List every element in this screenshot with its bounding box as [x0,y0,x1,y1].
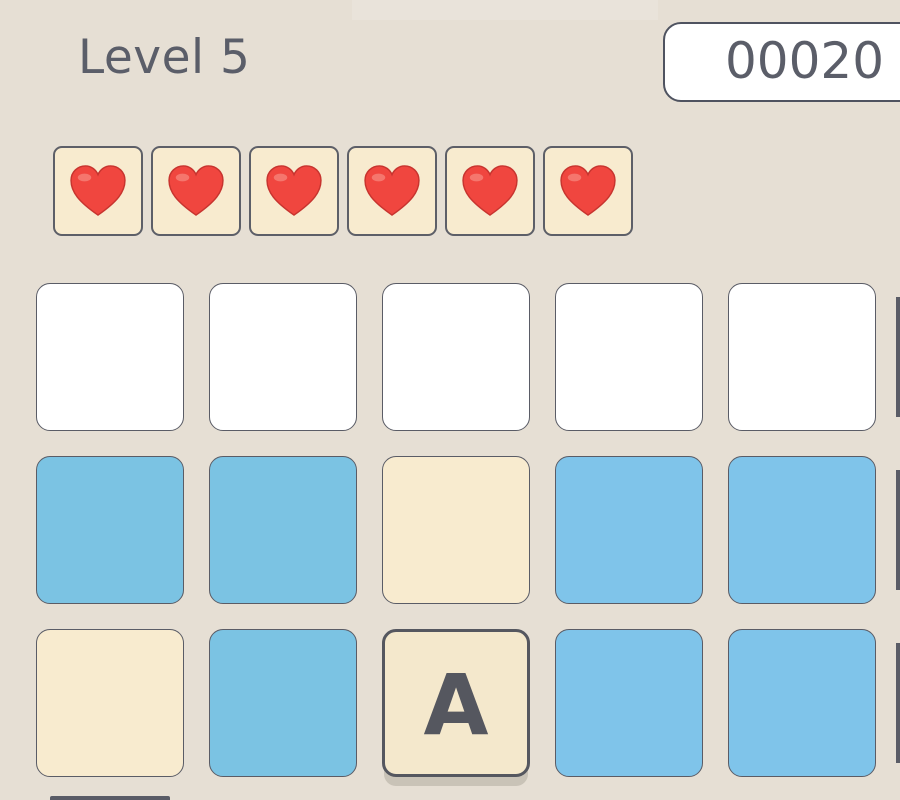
heart-icon [266,165,322,216]
life-slot [249,146,339,236]
grid-tile[interactable] [555,456,703,604]
grid-tile[interactable] [728,456,876,604]
life-slot [53,146,143,236]
heart-icon [70,165,126,216]
heart-icon [560,165,616,216]
grid-tile[interactable] [728,629,876,777]
next-row-edge [50,796,170,800]
lives-bar [53,146,633,236]
score-value: 00020 [725,32,885,90]
selected-tile[interactable]: A [382,629,530,777]
grid-tile[interactable] [36,456,184,604]
grid-tile[interactable] [555,283,703,431]
next-column-edge [896,470,900,590]
grid-tile[interactable] [209,629,357,777]
top-strip [352,0,658,20]
life-slot [445,146,535,236]
score-box: 00020 [663,22,900,102]
grid-tile[interactable] [382,283,530,431]
next-column-edge [896,643,900,763]
tile-letter: A [423,656,489,754]
heart-icon [168,165,224,216]
life-slot [543,146,633,236]
next-column-edge [896,297,900,417]
grid-tile[interactable] [36,629,184,777]
life-slot [347,146,437,236]
heart-icon [364,165,420,216]
grid-tile[interactable] [555,629,703,777]
grid-tile[interactable] [36,283,184,431]
grid-tile[interactable] [728,283,876,431]
level-label: Level 5 [78,30,251,85]
life-slot [151,146,241,236]
grid-tile[interactable] [209,456,357,604]
grid-tile[interactable] [209,283,357,431]
grid-tile[interactable] [382,456,530,604]
heart-icon [462,165,518,216]
